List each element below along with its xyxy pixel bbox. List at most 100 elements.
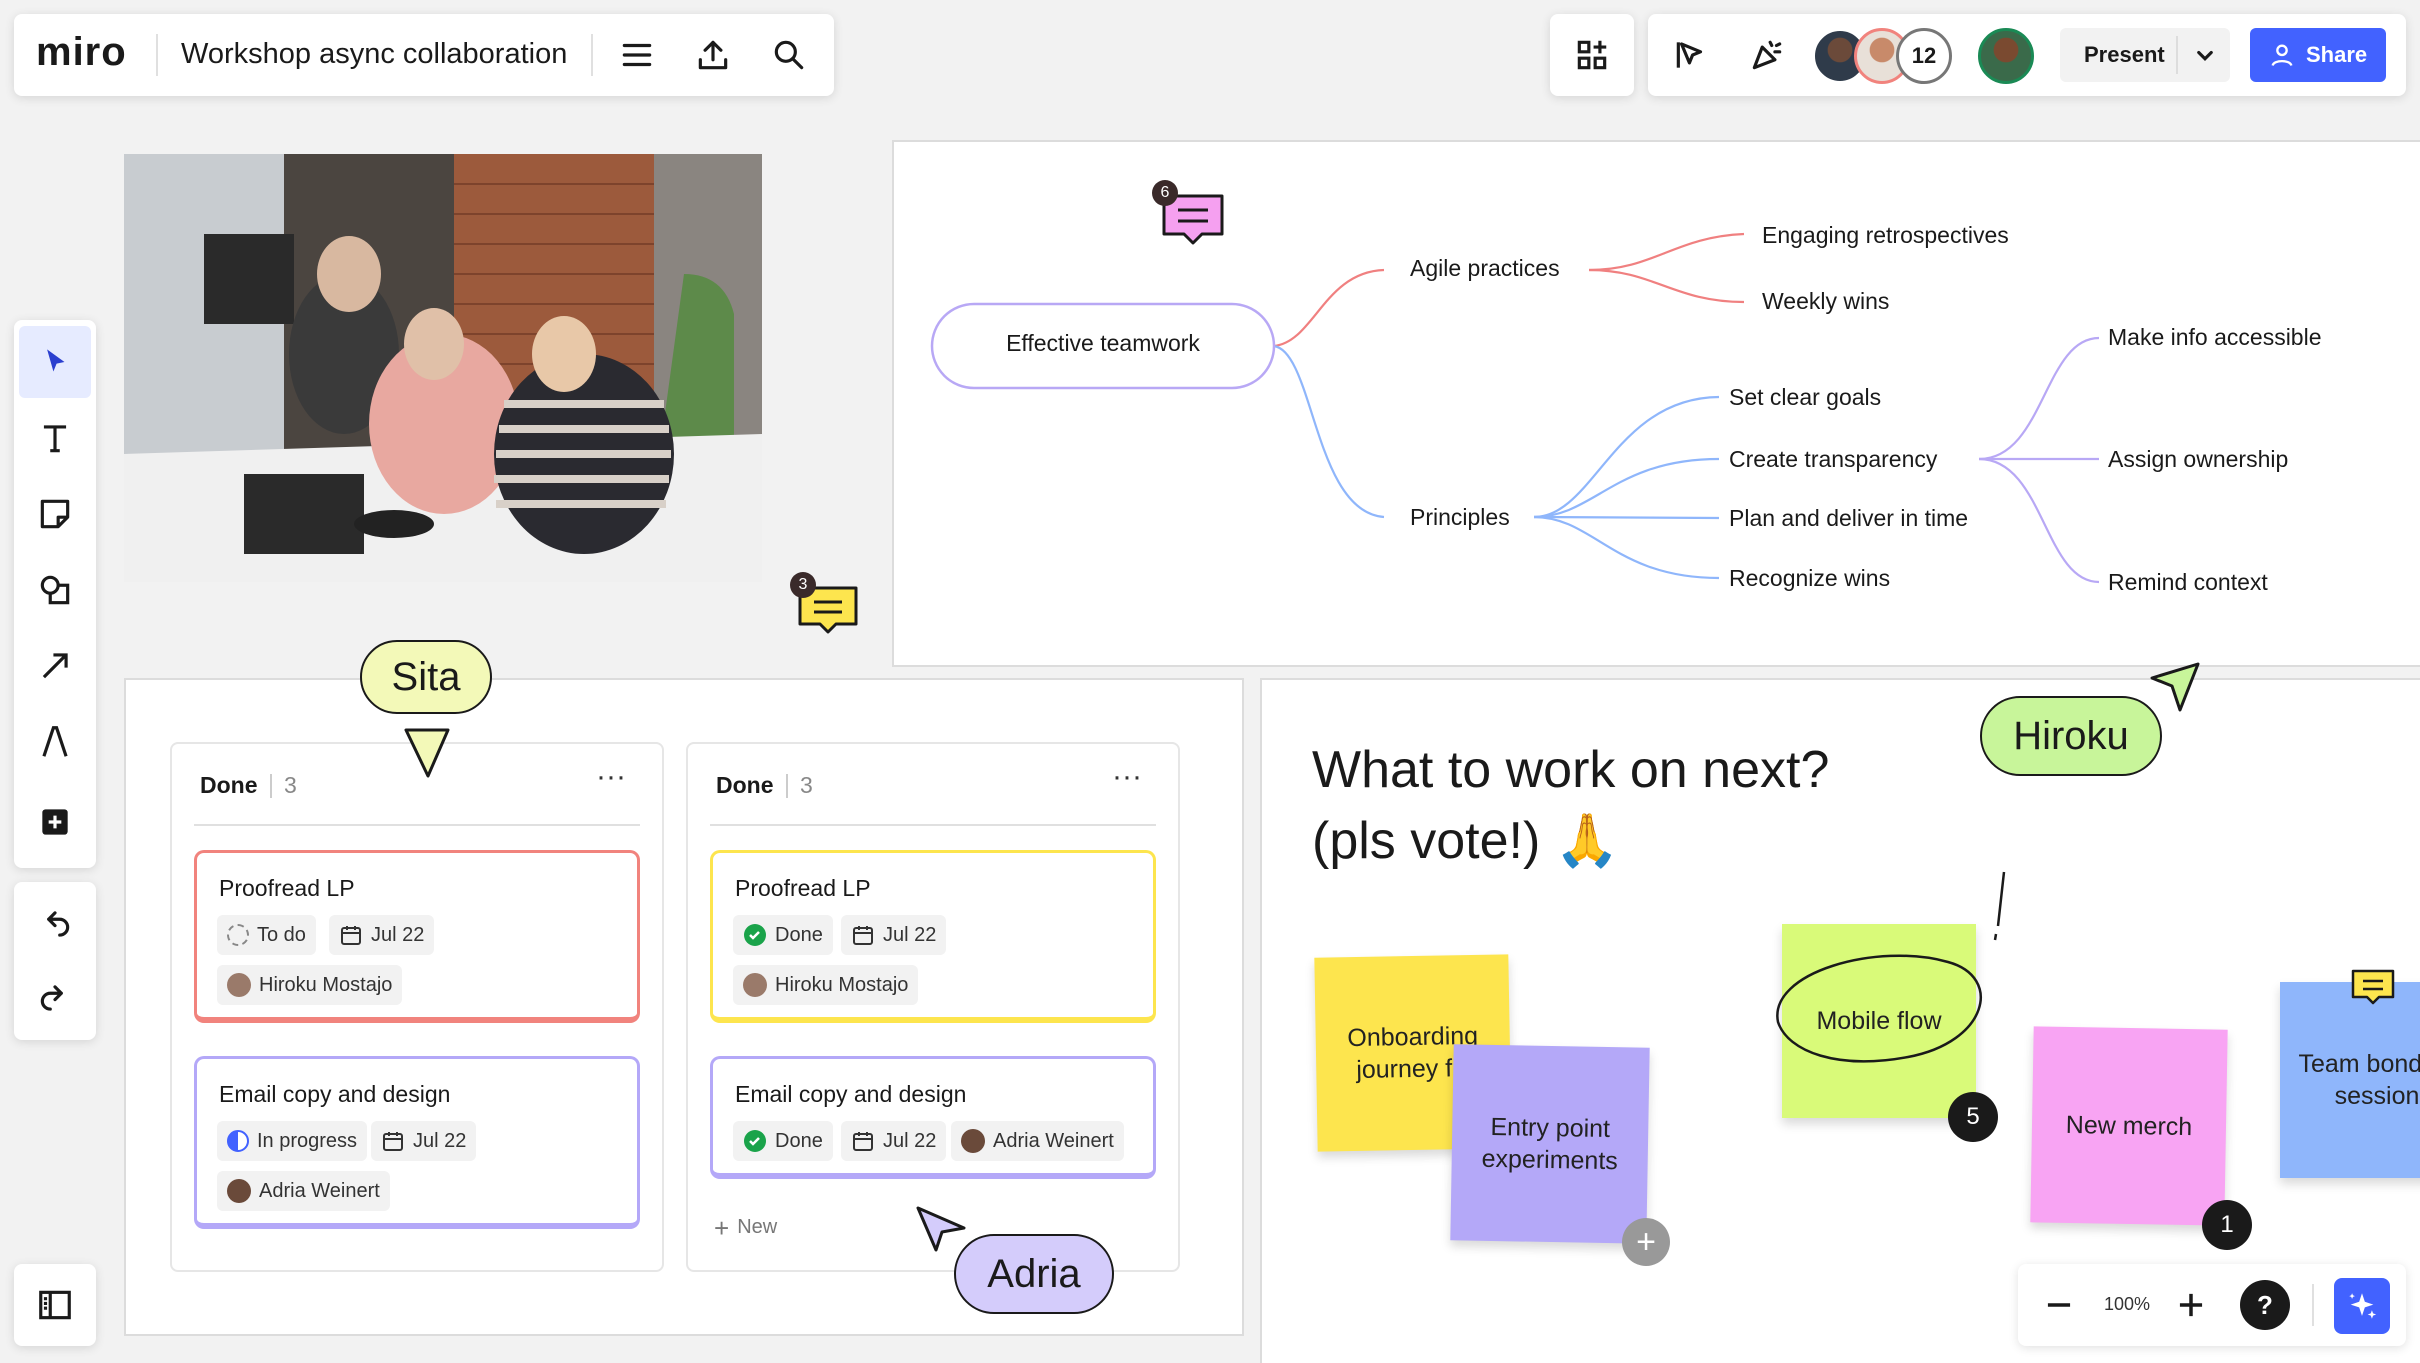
date-chip[interactable]: Jul 22 bbox=[841, 915, 947, 955]
cursor-sita-icon bbox=[404, 728, 450, 778]
mindmap-node[interactable]: Agile practices bbox=[1410, 255, 1560, 282]
task-card[interactable]: Email copy and design Done Jul 22 Adria … bbox=[710, 1056, 1156, 1179]
in-progress-icon bbox=[227, 1130, 249, 1152]
status-label: Done bbox=[775, 923, 823, 946]
zoom-out-icon[interactable] bbox=[2036, 1282, 2082, 1328]
assignee-chip[interactable]: Hiroku Mostajo bbox=[217, 965, 403, 1005]
status-label: In progress bbox=[257, 1129, 358, 1152]
add-icon[interactable] bbox=[19, 786, 91, 858]
mindmap-node[interactable]: Engaging retrospectives bbox=[1762, 222, 2009, 249]
date-chip[interactable]: Jul 22 bbox=[841, 1121, 947, 1161]
calendar-icon bbox=[383, 1132, 403, 1151]
kanban-column[interactable]: Done 3 ··· Proofread LP Done Jul 22 Hiro… bbox=[686, 742, 1180, 1272]
text-icon[interactable] bbox=[19, 402, 91, 474]
sticky-note[interactable]: Team bonding session bbox=[2280, 982, 2420, 1178]
task-card[interactable]: Proofread LP Done Jul 22 Hiroku Mostajo bbox=[710, 850, 1156, 1023]
sticky-text: Entry point experiments bbox=[1481, 1112, 1619, 1176]
assignee-chip[interactable]: Hiroku Mostajo bbox=[733, 965, 919, 1005]
add-card-button[interactable]: + New bbox=[714, 1215, 777, 1241]
board-title[interactable]: Workshop async collaboration bbox=[181, 38, 567, 71]
task-card[interactable]: Proofread LP To do Jul 22 Hiroku Mostajo bbox=[194, 850, 640, 1023]
sticky-note[interactable]: Entry point experiments bbox=[1450, 1044, 1650, 1244]
sidebar-toggle-panel bbox=[14, 1264, 96, 1346]
more-icon[interactable]: ··· bbox=[1112, 760, 1142, 794]
divider bbox=[270, 774, 272, 798]
arrow-icon[interactable] bbox=[19, 630, 91, 702]
miro-logo[interactable]: miro bbox=[36, 30, 127, 75]
calendar-icon bbox=[341, 926, 361, 945]
more-icon[interactable]: ··· bbox=[596, 760, 626, 794]
mindmap-node[interactable]: Recognize wins bbox=[1729, 565, 1890, 592]
select-icon[interactable] bbox=[19, 326, 91, 398]
assignee-name: Adria Weinert bbox=[259, 1179, 380, 1202]
redo-icon[interactable] bbox=[19, 962, 91, 1034]
mindmap-frame[interactable]: Effective teamwork Agile practices Engag… bbox=[892, 140, 2420, 667]
voting-heading[interactable]: (pls vote!) 🙏 bbox=[1312, 810, 1619, 871]
divider bbox=[786, 774, 788, 798]
date-label: Jul 22 bbox=[883, 923, 937, 946]
mindmap-node[interactable]: Principles bbox=[1410, 504, 1510, 531]
date-label: Jul 22 bbox=[413, 1129, 467, 1152]
collaborator-count[interactable]: 12 bbox=[1896, 28, 1952, 84]
status-chip[interactable]: Done bbox=[733, 1121, 833, 1161]
date-label: Jul 22 bbox=[371, 923, 425, 946]
zoom-in-icon[interactable] bbox=[2168, 1282, 2214, 1328]
done-status-icon bbox=[744, 924, 766, 946]
pen-icon[interactable] bbox=[19, 706, 91, 778]
sticky-note-icon[interactable] bbox=[19, 478, 91, 550]
add-vote-icon[interactable]: + bbox=[1622, 1218, 1670, 1266]
assignee-name: Hiroku Mostajo bbox=[259, 973, 393, 996]
date-chip[interactable]: Jul 22 bbox=[329, 915, 435, 955]
status-chip[interactable]: In progress bbox=[217, 1121, 368, 1161]
mindmap-node[interactable]: Make info accessible bbox=[2108, 324, 2322, 351]
sticky-text: Team bonding session bbox=[2298, 1049, 2420, 1111]
export-icon[interactable] bbox=[690, 32, 736, 78]
history-panel bbox=[14, 882, 96, 1040]
mindmap-node[interactable]: Assign ownership bbox=[2108, 446, 2288, 473]
card-title: Email copy and design bbox=[219, 1081, 451, 1107]
divider bbox=[591, 34, 593, 76]
cursor-adria-icon bbox=[916, 1206, 966, 1252]
comment-icon[interactable] bbox=[2350, 968, 2396, 1010]
status-chip[interactable]: Done bbox=[733, 915, 833, 955]
card-title: Proofread LP bbox=[219, 875, 355, 901]
mindmap-node[interactable]: Remind context bbox=[2108, 569, 2268, 596]
assignee-chip[interactable]: Adria Weinert bbox=[951, 1121, 1124, 1161]
divider bbox=[710, 824, 1156, 826]
celebrate-icon[interactable] bbox=[1744, 32, 1790, 78]
ai-assistant-icon[interactable] bbox=[2334, 1278, 2390, 1334]
apps-icon[interactable] bbox=[1569, 32, 1615, 78]
date-chip[interactable]: Jul 22 bbox=[371, 1121, 477, 1161]
menu-icon[interactable] bbox=[614, 32, 660, 78]
team-photo[interactable] bbox=[124, 154, 762, 582]
assignee-chip[interactable]: Adria Weinert bbox=[217, 1171, 390, 1211]
zoom-level[interactable]: 100% bbox=[2104, 1294, 2150, 1315]
mindmap-root[interactable]: Effective teamwork bbox=[932, 330, 1274, 357]
column-count: 3 bbox=[800, 772, 813, 798]
status-chip[interactable]: To do bbox=[217, 915, 316, 955]
mindmap-node[interactable]: Create transparency bbox=[1729, 446, 1937, 473]
sidebar-toggle-icon[interactable] bbox=[19, 1269, 91, 1341]
undo-icon[interactable] bbox=[19, 888, 91, 960]
share-button[interactable]: Share bbox=[2250, 28, 2386, 82]
collaboration-panel: 12 Present Share bbox=[1648, 14, 2406, 96]
help-icon[interactable]: ? bbox=[2240, 1280, 2290, 1330]
chevron-down-icon[interactable] bbox=[2190, 40, 2220, 70]
mindmap-node[interactable]: Plan and deliver in time bbox=[1729, 505, 1968, 532]
shapes-icon[interactable] bbox=[19, 554, 91, 626]
avatar[interactable] bbox=[1978, 28, 2034, 84]
sticky-note[interactable]: New merch bbox=[2030, 1026, 2228, 1226]
mindmap-node[interactable]: Weekly wins bbox=[1762, 288, 1889, 315]
voting-frame[interactable]: What to work on next? (pls vote!) 🙏 Onbo… bbox=[1260, 678, 2420, 1363]
cursor-reaction-icon[interactable] bbox=[1668, 32, 1714, 78]
kanban-column[interactable]: Done 3 ··· Proofread LP To do Jul 22 Hir… bbox=[170, 742, 664, 1272]
present-label: Present bbox=[2084, 42, 2165, 67]
avatar bbox=[227, 973, 251, 997]
column-title: Done bbox=[716, 772, 774, 798]
task-card[interactable]: Email copy and design In progress Jul 22… bbox=[194, 1056, 640, 1229]
voting-heading[interactable]: What to work on next? bbox=[1312, 740, 1829, 800]
mindmap-node[interactable]: Set clear goals bbox=[1729, 384, 1881, 411]
status-label: Done bbox=[775, 1129, 823, 1152]
search-icon[interactable] bbox=[766, 32, 812, 78]
present-button[interactable]: Present bbox=[2060, 28, 2230, 82]
